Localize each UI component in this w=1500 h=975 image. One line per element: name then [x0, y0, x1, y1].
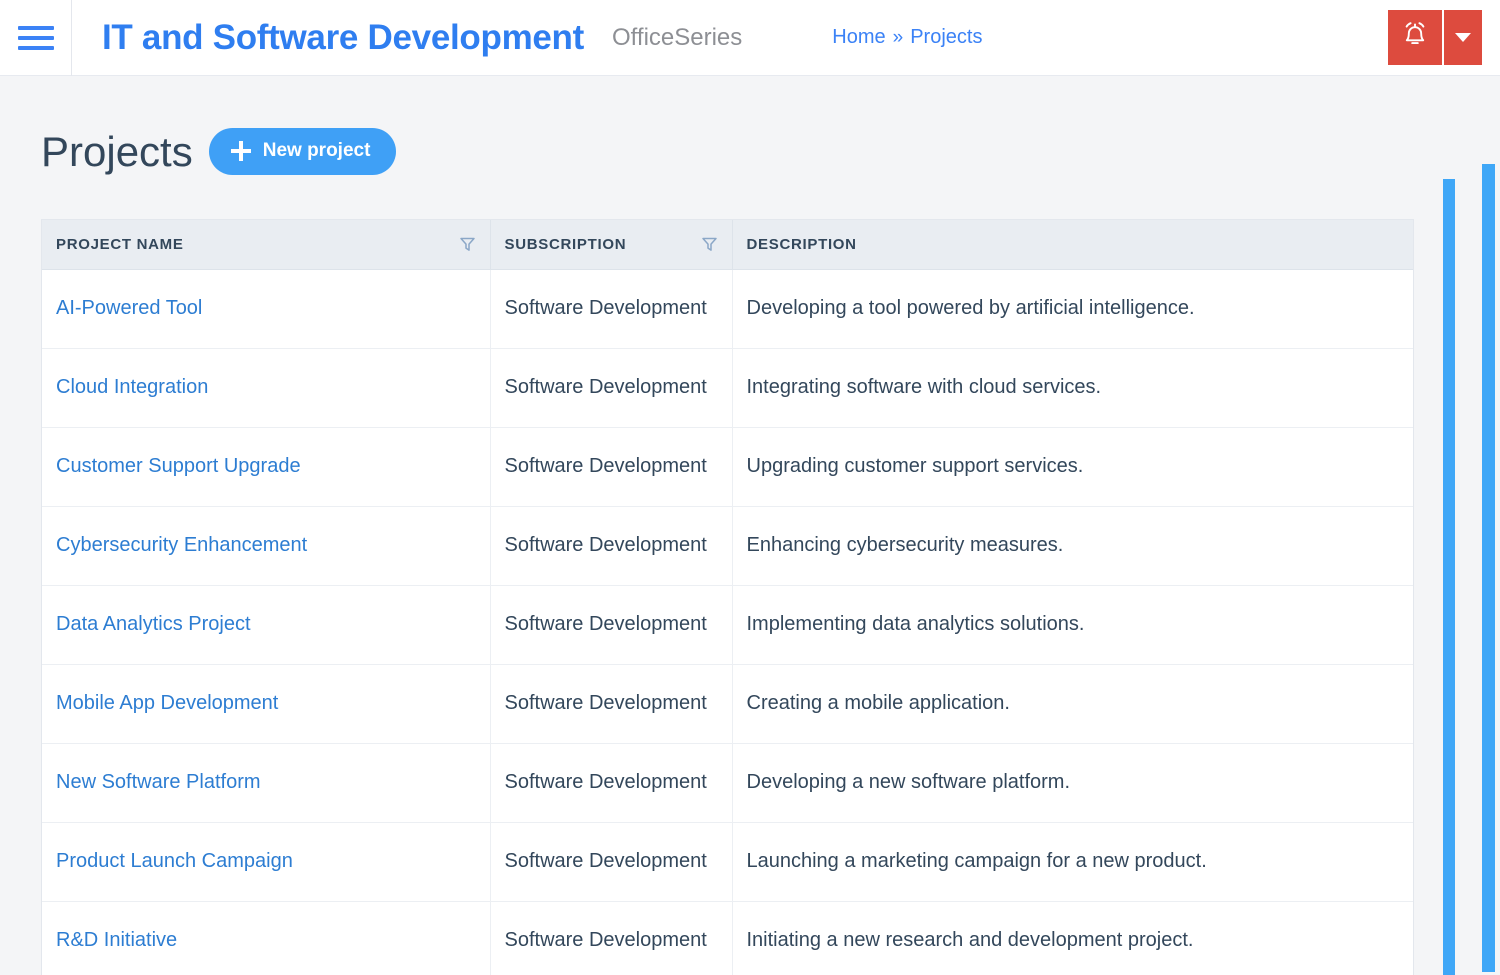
cell-description: Creating a mobile application.: [732, 664, 1413, 743]
project-link[interactable]: Data Analytics Project: [56, 613, 251, 635]
table-row: AI-Powered Tool Software DevelopmentDevel…: [42, 269, 1413, 348]
column-header-subscription[interactable]: SUBSCRIPTION: [490, 220, 732, 269]
cell-description: Developing a tool powered by artificial …: [732, 269, 1413, 348]
header-actions: [1388, 10, 1482, 65]
cell-subscription: Software Development: [490, 664, 732, 743]
cell-subscription: Software Development: [490, 901, 732, 975]
alarm-bell-icon: [1402, 21, 1428, 54]
projects-table-container: PROJECT NAME SUBSCRIPTION: [41, 219, 1414, 975]
table-row: Product Launch Campaign Software Developm…: [42, 822, 1413, 901]
cell-description: Integrating software with cloud services…: [732, 348, 1413, 427]
project-link[interactable]: AI-Powered Tool: [56, 297, 202, 319]
table-header-row: PROJECT NAME SUBSCRIPTION: [42, 220, 1413, 269]
cell-description: Upgrading customer support services.: [732, 427, 1413, 506]
plus-icon: [231, 141, 251, 161]
column-label: DESCRIPTION: [747, 236, 857, 253]
cell-subscription: Software Development: [490, 348, 732, 427]
cell-description: Developing a new software platform.: [732, 743, 1413, 822]
project-link[interactable]: R&D Initiative: [56, 929, 177, 951]
top-header-bar: IT and Software Development OfficeSeries…: [0, 0, 1500, 76]
table-header: PROJECT NAME SUBSCRIPTION: [42, 220, 1413, 269]
project-link[interactable]: Cybersecurity Enhancement: [56, 534, 307, 556]
chevron-down-icon: [1455, 33, 1471, 42]
hamburger-bar: [18, 36, 54, 40]
filter-funnel-icon[interactable]: [459, 236, 476, 253]
cell-subscription: Software Development: [490, 585, 732, 664]
column-header-project-name[interactable]: PROJECT NAME: [42, 220, 490, 269]
hamburger-bar: [18, 46, 54, 50]
table-row: Data Analytics Project Software Developme…: [42, 585, 1413, 664]
cell-description: Implementing data analytics solutions.: [732, 585, 1413, 664]
projects-table: PROJECT NAME SUBSCRIPTION: [42, 220, 1413, 975]
table-row: New Software Platform Software Developmen…: [42, 743, 1413, 822]
column-label: PROJECT NAME: [56, 236, 184, 253]
cell-project-name: Customer Support Upgrade: [42, 427, 490, 506]
cell-subscription: Software Development: [490, 822, 732, 901]
hamburger-menu-icon[interactable]: [0, 0, 72, 76]
cell-project-name: Mobile App Development: [42, 664, 490, 743]
cell-subscription: Software Development: [490, 743, 732, 822]
cell-project-name: Cybersecurity Enhancement: [42, 506, 490, 585]
vertical-scrollbar-inner[interactable]: [1443, 179, 1455, 975]
breadcrumb-home-link[interactable]: Home: [832, 26, 885, 49]
breadcrumb-current-link[interactable]: Projects: [910, 26, 982, 49]
cell-project-name: New Software Platform: [42, 743, 490, 822]
cell-project-name: AI-Powered Tool: [42, 269, 490, 348]
app-title: IT and Software Development: [102, 18, 584, 58]
table-row: Cybersecurity Enhancement Software Develo…: [42, 506, 1413, 585]
hamburger-bar: [18, 26, 54, 30]
column-header-description[interactable]: DESCRIPTION: [732, 220, 1413, 269]
project-link[interactable]: Customer Support Upgrade: [56, 455, 301, 477]
alert-dropdown-button[interactable]: [1442, 10, 1482, 65]
cell-project-name: Product Launch Campaign: [42, 822, 490, 901]
cell-description: Initiating a new research and developmen…: [732, 901, 1413, 975]
project-link[interactable]: Cloud Integration: [56, 376, 208, 398]
page-content: Projects New project PROJECT NAME: [0, 76, 1500, 975]
table-row: Cloud Integration Software DevelopmentInt…: [42, 348, 1413, 427]
table-body: AI-Powered ToolSoftware DevelopmentDevel…: [42, 269, 1413, 975]
new-project-label: New project: [263, 140, 371, 162]
column-label: SUBSCRIPTION: [505, 236, 627, 253]
page-title: Projects: [41, 131, 193, 173]
table-row: R&D Initiative Software DevelopmentInitia…: [42, 901, 1413, 975]
alert-button[interactable]: [1388, 10, 1442, 65]
filter-funnel-icon[interactable]: [701, 236, 718, 253]
page-header: Projects New project: [0, 76, 1500, 175]
table-row: Customer Support Upgrade Software Develop…: [42, 427, 1413, 506]
new-project-button[interactable]: New project: [209, 128, 397, 175]
cell-description: Enhancing cybersecurity measures.: [732, 506, 1413, 585]
project-link[interactable]: Product Launch Campaign: [56, 850, 293, 872]
cell-subscription: Software Development: [490, 269, 732, 348]
breadcrumb-separator: »: [893, 27, 904, 49]
cell-project-name: Cloud Integration: [42, 348, 490, 427]
table-row: Mobile App Development Software Developme…: [42, 664, 1413, 743]
project-link[interactable]: Mobile App Development: [56, 692, 278, 714]
cell-subscription: Software Development: [490, 506, 732, 585]
cell-project-name: Data Analytics Project: [42, 585, 490, 664]
project-link[interactable]: New Software Platform: [56, 771, 261, 793]
cell-description: Launching a marketing campaign for a new…: [732, 822, 1413, 901]
breadcrumb: Home » Projects: [832, 26, 982, 49]
app-subtitle: OfficeSeries: [612, 24, 742, 52]
cell-project-name: R&D Initiative: [42, 901, 490, 975]
vertical-scrollbar-outer[interactable]: [1482, 164, 1495, 972]
cell-subscription: Software Development: [490, 427, 732, 506]
